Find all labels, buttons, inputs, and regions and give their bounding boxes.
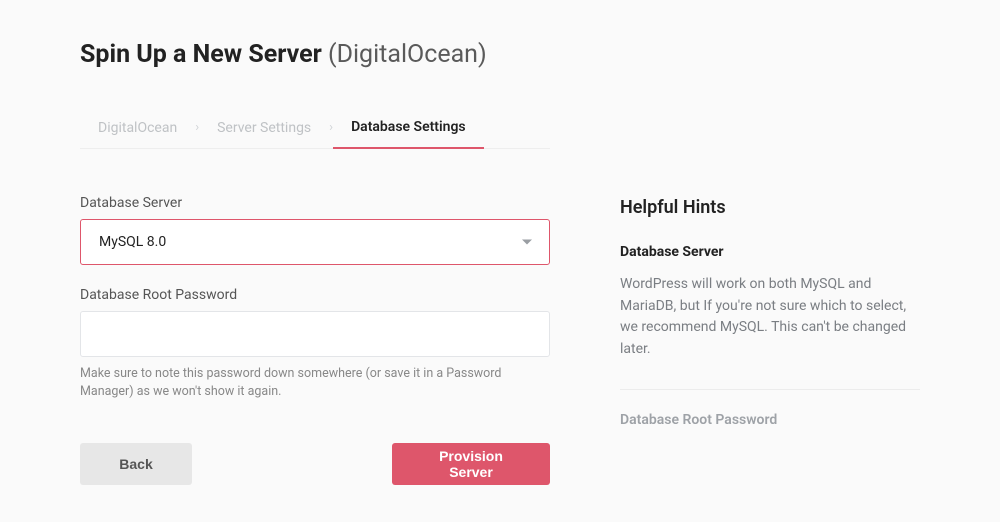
tabs-wrap: DigitalOcean › Server Settings › Databas… — [80, 107, 550, 149]
back-button[interactable]: Back — [80, 443, 192, 485]
page-title-main: Spin Up a New Server — [80, 40, 322, 69]
page-title-provider: (DigitalOcean) — [328, 40, 487, 69]
db-server-label: Database Server — [80, 195, 550, 211]
hint-heading-root-password: Database Root Password — [620, 412, 920, 428]
db-server-select-wrap: MySQL 8.0 — [80, 219, 550, 265]
tab-database-settings[interactable]: Database Settings — [333, 107, 484, 149]
hints-column: Helpful Hints Database Server WordPress … — [620, 195, 920, 485]
hints-title: Helpful Hints — [620, 197, 920, 218]
tab-digitalocean[interactable]: DigitalOcean — [80, 108, 195, 148]
caret-down-icon — [522, 240, 532, 245]
form-column: Database Server MySQL 8.0 Database Root … — [80, 195, 550, 485]
tab-server-settings[interactable]: Server Settings — [199, 108, 329, 148]
root-password-input[interactable] — [80, 311, 550, 357]
breadcrumb-tabs: DigitalOcean › Server Settings › Databas… — [80, 107, 550, 148]
hint-body-db-server: WordPress will work on both MySQL and Ma… — [620, 274, 920, 361]
form-actions: Back Provision Server — [80, 443, 550, 485]
hint-divider — [620, 389, 920, 390]
db-server-select[interactable]: MySQL 8.0 — [80, 219, 550, 265]
root-password-label: Database Root Password — [80, 287, 550, 303]
root-password-helper: Make sure to note this password down som… — [80, 365, 550, 401]
page-title: Spin Up a New Server (DigitalOcean) — [80, 40, 920, 69]
provision-server-button[interactable]: Provision Server — [392, 443, 550, 485]
db-server-select-value: MySQL 8.0 — [99, 234, 166, 250]
hint-heading-db-server: Database Server — [620, 244, 920, 260]
